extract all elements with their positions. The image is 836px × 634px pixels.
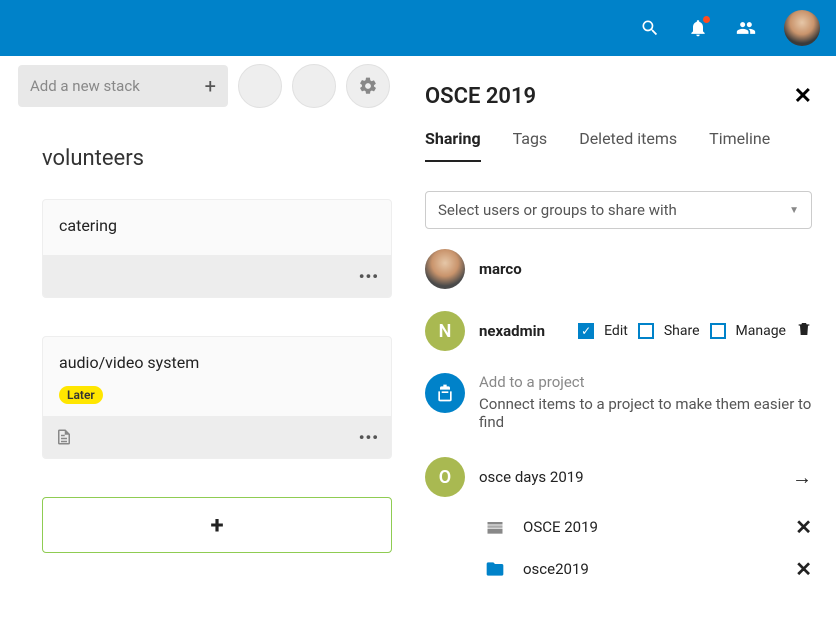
card-tag-later: Later: [59, 386, 103, 404]
add-project-subtitle: Connect items to a project to make them …: [479, 395, 812, 431]
add-stack-input[interactable]: Add a new stack +: [18, 65, 228, 107]
document-icon: [55, 428, 73, 446]
sharee-name: nexadmin: [479, 322, 545, 340]
deck-icon: [481, 516, 509, 538]
checkbox-edit[interactable]: [578, 323, 594, 339]
remove-sharee-button[interactable]: [796, 320, 812, 342]
notification-dot: [703, 16, 710, 23]
card-menu-icon[interactable]: •••: [359, 428, 379, 447]
board-toolbar: Add a new stack +: [18, 64, 400, 108]
remove-item-icon[interactable]: ✕: [795, 515, 812, 539]
add-to-project[interactable]: Add to a project Connect items to a proj…: [425, 373, 812, 431]
project-item-label: osce2019: [523, 560, 589, 578]
user-avatar[interactable]: [784, 10, 820, 46]
project-row[interactable]: O osce days 2019 →: [425, 457, 812, 497]
toolbar-circle-2[interactable]: [292, 64, 336, 108]
add-card-button[interactable]: +: [42, 497, 392, 553]
add-project-title: Add to a project: [479, 373, 812, 391]
tab-tags[interactable]: Tags: [513, 129, 548, 162]
card-audio-video[interactable]: audio/video system Later •••: [42, 336, 392, 459]
sharee-name: marco: [479, 260, 522, 278]
search-icon[interactable]: [640, 18, 660, 38]
card-footer: •••: [43, 416, 391, 458]
board-column-area: Add a new stack + volunteers catering ••…: [0, 56, 400, 634]
card-footer: •••: [43, 255, 391, 297]
close-icon[interactable]: ✕: [794, 84, 812, 109]
card-title: catering: [43, 200, 391, 243]
card-menu-icon[interactable]: •••: [359, 267, 379, 286]
toolbar-circle-1[interactable]: [238, 64, 282, 108]
card-catering[interactable]: catering •••: [42, 199, 392, 298]
project-name: osce days 2019: [479, 468, 584, 486]
sharee-nexadmin: N nexadmin Edit Share Manage: [425, 311, 812, 351]
sharee-marco: marco: [425, 249, 812, 289]
stack-title[interactable]: volunteers: [18, 146, 400, 171]
perm-label-manage: Manage: [736, 323, 786, 339]
project-item-folder[interactable]: osce2019 ✕: [425, 557, 812, 581]
arrow-right-icon[interactable]: →: [792, 465, 812, 490]
project-icon: [425, 373, 465, 413]
tabs: Sharing Tags Deleted items Timeline: [425, 129, 812, 163]
share-select[interactable]: Select users or groups to share with ▼: [425, 191, 812, 229]
bell-icon[interactable]: [688, 18, 708, 38]
people-icon[interactable]: [736, 18, 756, 38]
share-select-placeholder: Select users or groups to share with: [438, 201, 677, 219]
folder-icon: [481, 558, 509, 580]
plus-icon: +: [205, 74, 216, 98]
project-item-deck[interactable]: OSCE 2019 ✕: [425, 515, 812, 539]
panel-title: OSCE 2019: [425, 84, 536, 109]
avatar: N: [425, 311, 465, 351]
tab-timeline[interactable]: Timeline: [709, 129, 770, 162]
remove-item-icon[interactable]: ✕: [795, 557, 812, 581]
perm-label-edit: Edit: [604, 323, 628, 339]
avatar: [425, 249, 465, 289]
card-title: audio/video system: [43, 337, 391, 380]
project-avatar: O: [425, 457, 465, 497]
perm-label-share: Share: [664, 323, 700, 339]
checkbox-share[interactable]: [638, 323, 654, 339]
settings-button[interactable]: [346, 64, 390, 108]
tab-sharing[interactable]: Sharing: [425, 129, 481, 162]
chevron-down-icon: ▼: [789, 205, 799, 216]
permission-checkboxes: Edit Share Manage: [578, 320, 812, 342]
main: Add a new stack + volunteers catering ••…: [0, 56, 836, 634]
checkbox-manage[interactable]: [710, 323, 726, 339]
plus-icon: +: [210, 511, 223, 539]
topbar: [0, 0, 836, 56]
add-stack-placeholder: Add a new stack: [30, 77, 140, 95]
gear-icon: [358, 76, 378, 96]
details-panel: OSCE 2019 ✕ Sharing Tags Deleted items T…: [400, 56, 836, 634]
tab-deleted[interactable]: Deleted items: [579, 129, 677, 162]
trash-icon: [796, 320, 812, 338]
project-item-label: OSCE 2019: [523, 518, 598, 536]
